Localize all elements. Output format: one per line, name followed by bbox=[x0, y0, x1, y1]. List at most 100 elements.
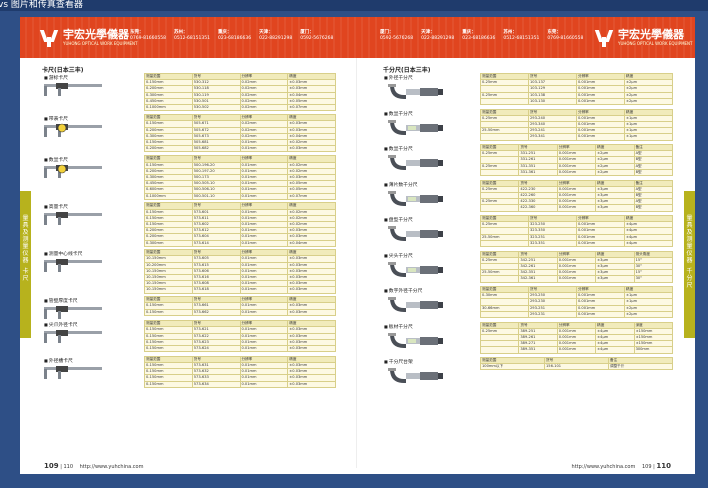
table-cell: 573-614 bbox=[191, 239, 241, 247]
table-cell: 389-351 bbox=[518, 346, 558, 354]
right-section-title: 千分尺(日本三丰) bbox=[383, 67, 431, 74]
header-banner: 宇宏光學儀器 YUHONG OPTICAL WORK EQUIPMENT 东莞：… bbox=[20, 17, 695, 58]
table-cell: 0.01mm bbox=[239, 344, 289, 353]
micrometer-image bbox=[384, 259, 446, 283]
product-label: 数显千分尺 bbox=[384, 145, 413, 152]
footer-url[interactable]: http://www.yuhchina.com bbox=[80, 464, 144, 470]
spec-table: 测量范围 货号 分辨率 精度 10-150mm 573-605 0.01mm ±0.03mm 1… bbox=[144, 249, 336, 294]
table-cell bbox=[479, 275, 520, 283]
brand-name-en: YUHONG OPTICAL WORK EQUIPMENT bbox=[63, 41, 138, 46]
table-cell: 0-1000mm bbox=[144, 103, 193, 112]
table-cell: ±0.03mm bbox=[287, 380, 336, 388]
table-cell bbox=[480, 133, 529, 141]
product-label: 板材千分尺 bbox=[384, 323, 413, 330]
table-cell: 0-300mm bbox=[144, 239, 193, 247]
table-cell: 0-150mm bbox=[144, 308, 193, 316]
caliper-image bbox=[42, 257, 104, 277]
table-cell: B型 bbox=[633, 204, 674, 212]
spec-table: 测量范围 货号 分辨率 精度 0-25mm 323-250 0.001mm ±4μm 323-3… bbox=[480, 214, 673, 248]
brand-logo-icon bbox=[594, 28, 615, 48]
table-cell: 331-361 bbox=[518, 168, 558, 177]
micrometer-image bbox=[384, 81, 446, 105]
table-row: 0-150mm 573-634 0.01mm ±0.03mm bbox=[144, 380, 336, 388]
table-cell: ±3μm bbox=[595, 275, 635, 283]
table-cell: 573-618 bbox=[191, 286, 241, 294]
product-label: 数显卡尺 bbox=[44, 156, 68, 163]
table-cell: 500-501-10 bbox=[191, 192, 241, 200]
table-cell: 0.01mm bbox=[239, 380, 289, 388]
contact-item: 天津： 022-88291298 bbox=[259, 30, 293, 41]
micrometer-image bbox=[384, 152, 446, 176]
left-section-title: 卡尺(日本三丰) bbox=[42, 67, 84, 74]
product-label: 数字外径千分尺 bbox=[384, 287, 423, 294]
table-cell: 10-150mm bbox=[144, 286, 193, 294]
spec-table: 测量范围 货号 分辨率 精度 备注 0-25mm 422-230 0.001mm ±3μm A型 4… bbox=[479, 179, 674, 212]
table-row: 10-150mm 573-618 0.01mm ±0.03mm bbox=[144, 286, 336, 294]
table-cell: 0.01mm bbox=[239, 308, 289, 316]
table-cell: ±2μm bbox=[624, 310, 673, 319]
caliper-image bbox=[42, 163, 104, 183]
table-cell: ±0.04mm bbox=[287, 239, 336, 247]
brand-name: 宇宏光學儀器 bbox=[618, 29, 684, 41]
spec-table: 测量范围 货号 分辨率 精度 深度 0-25mm 389-251 0.001mm ±4μm ±15… bbox=[479, 321, 674, 354]
spec-table: 测量范围 货号 分辨率 精度 0-30mm 293-250 0.001mm ±1μm 293-2… bbox=[480, 285, 673, 319]
contact-item: 重庆： 023-68186636 bbox=[217, 30, 252, 41]
spec-table: 测量范围 货号 分辨率 精度 0-150mm 530-312 0.02mm ±0.03mm 0-… bbox=[144, 72, 336, 112]
viewer-title-bar: vs 图片和传真查看器 bbox=[0, 0, 708, 11]
table-cell bbox=[480, 310, 529, 319]
side-tab-left: 量具及测量仪器 卡尺 bbox=[20, 191, 31, 338]
contact-item: 厦门： 0592-5676268 bbox=[300, 30, 334, 41]
table-cell: ±3μm bbox=[595, 204, 635, 212]
table-cell: 293-231 bbox=[528, 310, 577, 319]
table-cell: 0.001mm bbox=[556, 346, 597, 354]
table-row: 293-231 0.001mm ±2μm bbox=[480, 310, 673, 319]
contact-item: 厦门： 0592-5676268 bbox=[380, 30, 414, 41]
table-row: 0-1000mm 500-501-10 0.01mm ±0.07mm bbox=[144, 192, 336, 200]
spec-table: 测量范围 货号 分辨率 精度 0-150mm 500-196-20 0.01mm ±0.02m… bbox=[144, 155, 336, 200]
table-row: 331-361 0.001mm ±2μm B型 bbox=[479, 168, 674, 177]
viewer-title: vs 图片和传真查看器 bbox=[0, 0, 83, 10]
contact-item: 天津： 022-88291298 bbox=[421, 30, 455, 41]
table-cell: 573-662 bbox=[191, 308, 241, 316]
table-cell bbox=[480, 239, 529, 248]
table-cell bbox=[479, 168, 520, 177]
caliper-image bbox=[42, 328, 104, 348]
table-cell: 0-1000mm bbox=[144, 192, 193, 200]
table-cell: 0.01mm bbox=[239, 239, 289, 247]
table-cell: ±2μm bbox=[624, 97, 673, 106]
table-row: 0-150mm 573-662 0.01mm ±0.03mm bbox=[144, 308, 336, 316]
table-cell: 422-360 bbox=[518, 204, 558, 212]
table-cell: ±4μm bbox=[595, 346, 635, 354]
micrometer-image bbox=[384, 117, 446, 141]
product-label: 盘型千分尺 bbox=[384, 216, 413, 223]
table-row: 389-351 0.001mm ±4μm 300mm bbox=[479, 346, 674, 354]
contact-item: 重庆： 023-68186636 bbox=[462, 30, 496, 41]
spec-table: 测量范围 货号 分辨率 精度 0-150mm 573-621 0.01mm ±0.03mm 0-… bbox=[144, 320, 336, 353]
table-row: 0-1000mm 530-502 0.02mm ±0.07mm bbox=[144, 103, 336, 112]
table-cell: 0.01mm bbox=[239, 286, 289, 294]
table-row: 0-300mm 573-614 0.01mm ±0.04mm bbox=[144, 239, 336, 247]
footer-url[interactable]: http://www.yuhchina.com bbox=[572, 464, 636, 470]
spec-table: 测量范围 货号 分辨率 精度 0-150mm 505-671 0.02mm ±0.03mm 0-… bbox=[144, 114, 336, 153]
table-cell: ±0.07mm bbox=[287, 103, 336, 112]
footer-right: http://www.yuhchina.com 109 | 110 bbox=[571, 462, 671, 470]
side-tab-text: 卡尺 bbox=[22, 268, 29, 282]
side-tab-right: 量具及测量仪器 千分尺 bbox=[684, 191, 695, 338]
spec-table: 测量范围 货号 分辨率 精度 0-25mm 103-137 0.001mm ±2μm 103-1… bbox=[480, 72, 673, 106]
table-cell bbox=[480, 97, 529, 106]
table-cell: ±0.03mm bbox=[287, 308, 336, 316]
product-label: 外径千分尺 bbox=[384, 74, 413, 81]
table-cell: 0.001mm bbox=[576, 133, 625, 141]
product-label: 管壁厚度卡尺 bbox=[44, 297, 78, 304]
product-label: 尖爪外径卡尺 bbox=[44, 321, 78, 328]
table-cell bbox=[479, 204, 520, 212]
table-cell: ±0.03mm bbox=[287, 344, 336, 353]
table-cell: B型 bbox=[633, 168, 674, 177]
table-cell: 293-341 bbox=[528, 133, 577, 141]
footer-left: 109 | 110 http://www.yuhchina.com bbox=[44, 462, 144, 470]
table-cell: 30° bbox=[633, 275, 674, 283]
table-cell: 0.001mm bbox=[576, 97, 625, 106]
brand-logo-icon bbox=[39, 28, 60, 48]
spec-table: 测量范围 货号 分辨率 精度 0-150mm 573-661 0.01mm ±0.03mm 0-… bbox=[144, 296, 336, 316]
table-row: 342-361 0.001mm ±3μm 30° bbox=[479, 275, 674, 283]
